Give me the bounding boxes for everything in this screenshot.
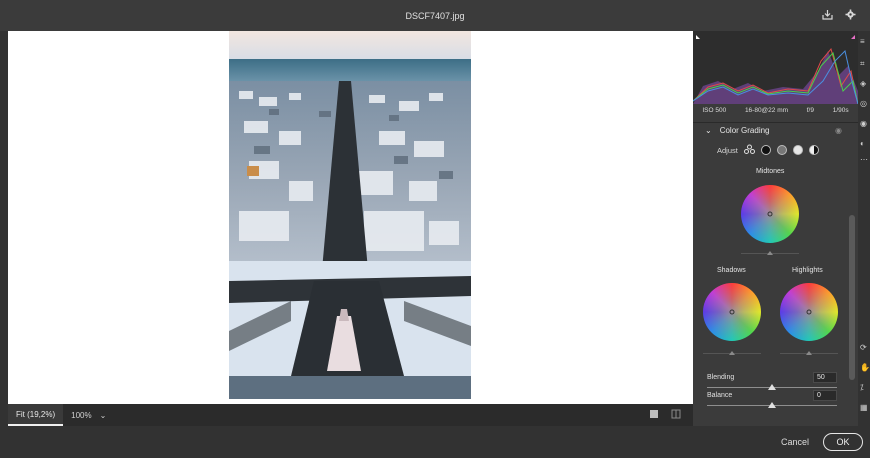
midtones-wheel-handle[interactable] <box>767 211 773 217</box>
mask-icon[interactable]: ◎ <box>860 99 867 108</box>
highlights-wheel-handle[interactable] <box>806 309 812 315</box>
global-dot-icon[interactable] <box>808 145 819 155</box>
shadow-clip-icon <box>696 35 700 39</box>
histogram <box>692 31 859 105</box>
grid-icon[interactable]: ▦ <box>860 403 868 412</box>
section-title: Color Grading <box>719 126 770 135</box>
blending-thumb[interactable] <box>768 384 776 390</box>
balance-label: Balance <box>707 392 733 399</box>
iso-value: ISO 500 <box>702 107 727 114</box>
midtones-label: Midtones <box>756 168 785 175</box>
aperture-value: f/9 <box>806 107 814 114</box>
zoom-label: 100% <box>71 410 92 420</box>
fit-zoom-button[interactable]: Fit (19,2%) <box>8 404 64 426</box>
tool-strip: ≡ ⌗ ◈ ◎ ◉ ◐ ⋯ ⟳ ✋ ⁒ ▦ <box>858 31 870 426</box>
cancel-button[interactable]: Cancel <box>781 437 809 447</box>
eye-icon[interactable]: ◉ <box>835 126 842 135</box>
blending-slider[interactable]: Blending 50 <box>707 372 837 390</box>
chevron-down-icon: ⌄ <box>705 126 712 135</box>
shadows-wheel-handle[interactable] <box>729 309 735 315</box>
lens-value: 16-80@22 mm <box>744 107 789 114</box>
blending-value-field[interactable]: 50 <box>813 372 837 383</box>
highlight-clip-icon <box>851 35 855 39</box>
shadows-color-wheel[interactable] <box>703 283 761 341</box>
sampler-icon[interactable]: ⁒ <box>860 383 864 392</box>
dialog-footer: Cancel OK <box>0 426 870 458</box>
balance-slider[interactable]: Balance 0 <box>707 390 837 408</box>
shadows-luminance-slider[interactable] <box>703 351 761 355</box>
zoom-dropdown[interactable]: 100% ⌄ <box>63 411 114 420</box>
midtones-color-wheel[interactable] <box>741 185 799 243</box>
image-canvas[interactable] <box>8 31 693 404</box>
shutter-value: 1/90s <box>832 107 849 114</box>
highlights-luminance-slider[interactable] <box>780 351 838 355</box>
heal-icon[interactable]: ◈ <box>860 79 866 88</box>
download-icon[interactable] <box>822 9 833 23</box>
midtones-luminance-slider[interactable] <box>741 251 799 255</box>
blending-label: Blending <box>707 374 735 381</box>
color-grading-header[interactable]: ⌄ Color Grading <box>705 126 770 135</box>
shadows-dot-icon[interactable] <box>760 145 771 155</box>
highlights-dot-icon[interactable] <box>792 145 803 155</box>
panel-divider <box>693 122 858 123</box>
gear-icon[interactable] <box>845 9 856 23</box>
adjust-row: Adjust <box>717 144 819 156</box>
rotate-icon[interactable]: ⟳ <box>860 343 867 352</box>
shadows-label: Shadows <box>717 267 746 274</box>
presets-icon[interactable]: ◐ <box>860 139 865 148</box>
hand-icon[interactable]: ✋ <box>860 363 870 372</box>
highlights-label: Highlights <box>792 267 823 274</box>
midtones-dot-icon[interactable] <box>776 145 787 155</box>
photo-preview <box>229 31 471 399</box>
crop-icon[interactable]: ⌗ <box>860 59 865 69</box>
midtones-luminance-knob[interactable] <box>767 251 773 255</box>
balance-value-field[interactable]: 0 <box>813 390 837 401</box>
highlights-luminance-knob[interactable] <box>806 351 812 355</box>
shadows-luminance-knob[interactable] <box>729 351 735 355</box>
edit-panel: ISO 500 16-80@22 mm f/9 1/90s ⌄ Color Gr… <box>692 31 859 426</box>
more-icon[interactable]: ⋯ <box>860 155 868 164</box>
ok-button[interactable]: OK <box>823 433 863 451</box>
adjust-label: Adjust <box>717 145 738 155</box>
title-bar: DSCF7407.jpg <box>0 0 870 31</box>
highlights-color-wheel[interactable] <box>780 283 838 341</box>
compare-view-icon[interactable] <box>671 409 681 419</box>
canvas-status-bar: Fit (19,2%) 100% ⌄ <box>8 404 693 426</box>
balance-thumb[interactable] <box>768 402 776 408</box>
camera-metadata: ISO 500 16-80@22 mm f/9 1/90s <box>693 107 858 119</box>
panel-scrollbar[interactable] <box>849 215 855 380</box>
single-view-icon[interactable] <box>649 409 659 419</box>
edit-sliders-icon[interactable]: ≡ <box>860 37 865 46</box>
chevron-down-icon: ⌄ <box>99 410 107 420</box>
window-title: DSCF7407.jpg <box>405 10 465 21</box>
redeye-icon[interactable]: ◉ <box>860 119 867 128</box>
three-way-icon[interactable] <box>743 144 755 156</box>
